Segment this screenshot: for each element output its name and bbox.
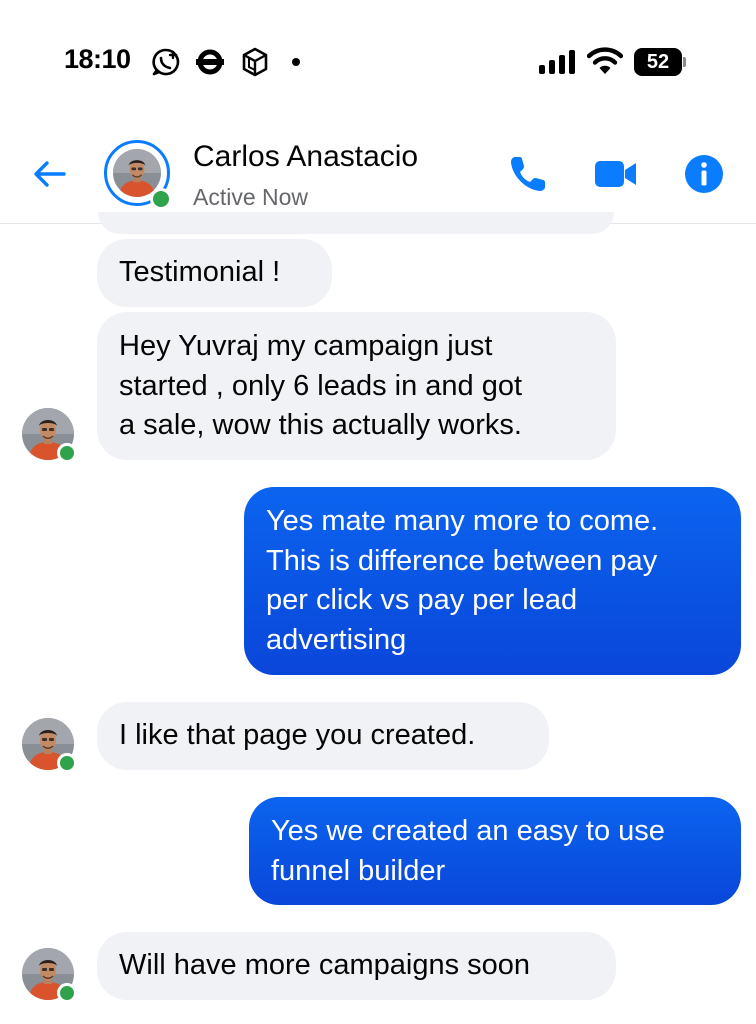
battery-icon: 52: [634, 48, 686, 76]
contact-status: Active Now: [193, 184, 309, 210]
message-line: started , only 6 leads in and got: [119, 369, 523, 402]
battery-level: 52: [634, 48, 682, 76]
message-text: Will have more campaigns soon: [119, 949, 531, 981]
outgoing-message-bubble[interactable]: Yes we created an easy to use funnel bui…: [249, 797, 741, 905]
phone-icon[interactable]: [506, 152, 550, 196]
cellular-signal-icon: [539, 50, 577, 74]
wifi-icon: [587, 47, 623, 74]
online-indicator: [150, 188, 172, 210]
cube-icon: [242, 47, 268, 77]
message-line: Hey Yuvraj my campaign just: [119, 330, 493, 362]
message-line: funnel builder: [271, 854, 446, 887]
incoming-message-bubble[interactable]: I like that page you created.: [97, 702, 549, 770]
chat-header: Carlos Anastacio Active Now: [0, 110, 756, 224]
incoming-message-bubble[interactable]: Testimonial !: [97, 239, 332, 307]
message-text: Testimonial !: [119, 256, 281, 288]
status-bar: 18:10 52: [0, 0, 756, 110]
video-camera-icon[interactable]: [594, 152, 638, 196]
message-line: Yes mate many more to come.: [266, 505, 659, 537]
online-indicator: [57, 983, 77, 1003]
incoming-message-bubble[interactable]: Hey Yuvraj my campaign just started , on…: [97, 312, 616, 460]
info-icon[interactable]: [682, 152, 726, 196]
back-arrow-icon[interactable]: [30, 154, 70, 194]
contact-name[interactable]: Carlos Anastacio: [193, 140, 418, 174]
message-line: advertising: [266, 623, 407, 656]
incoming-message-bubble[interactable]: Will have more campaigns soon: [97, 932, 616, 1000]
whatsapp-icon: [152, 48, 180, 76]
message-line: Yes we created an easy to use: [271, 815, 665, 847]
message-text: I like that page you created.: [119, 719, 476, 751]
dot-icon: [292, 58, 300, 66]
message-line: This is difference between pay: [266, 544, 658, 577]
previous-message-bubble: [98, 212, 614, 234]
online-indicator: [57, 443, 77, 463]
message-line: a sale, wow this actually works.: [119, 409, 522, 441]
message-line: per click vs pay per lead: [266, 584, 578, 616]
outgoing-message-bubble[interactable]: Yes mate many more to come. This is diff…: [244, 487, 741, 675]
online-indicator: [57, 753, 77, 773]
status-time: 18:10: [64, 44, 131, 74]
london-underground-icon: [196, 49, 224, 75]
